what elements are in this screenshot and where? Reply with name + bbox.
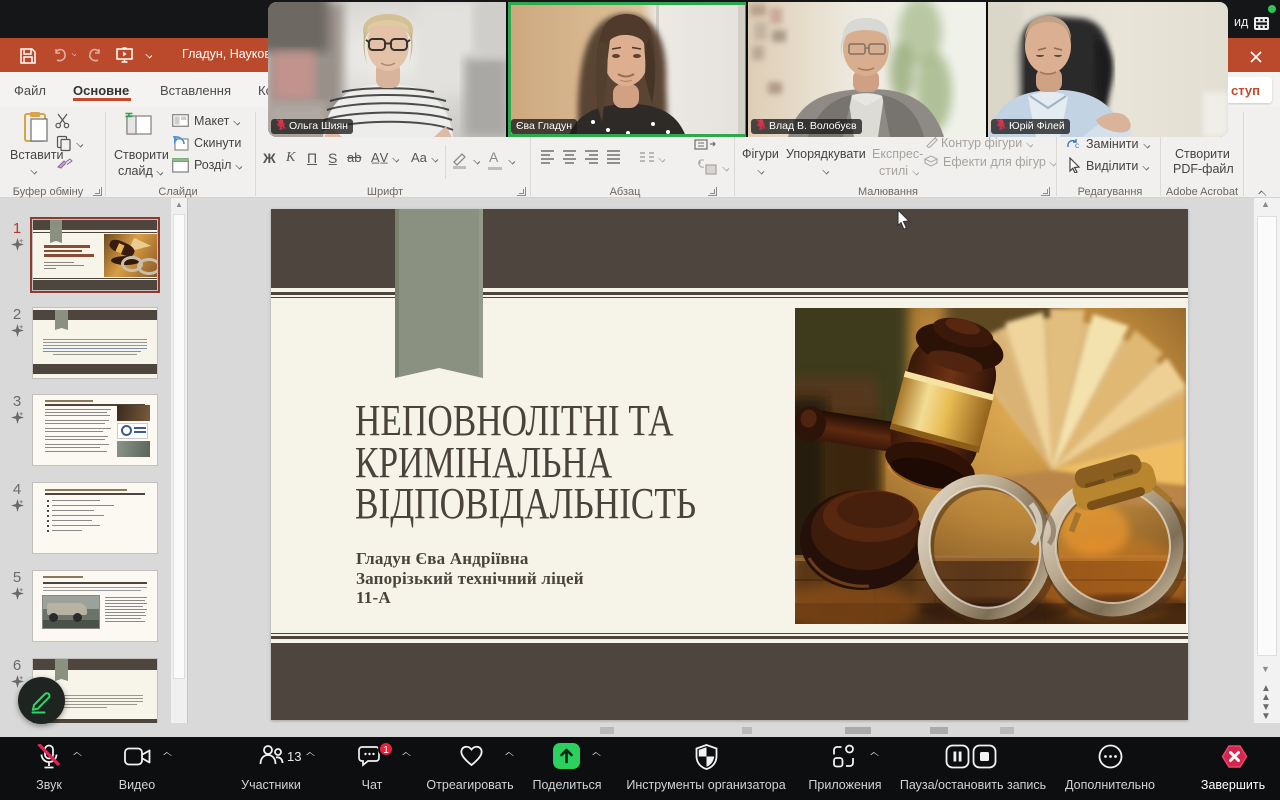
svg-text:c: c: [1075, 141, 1079, 149]
